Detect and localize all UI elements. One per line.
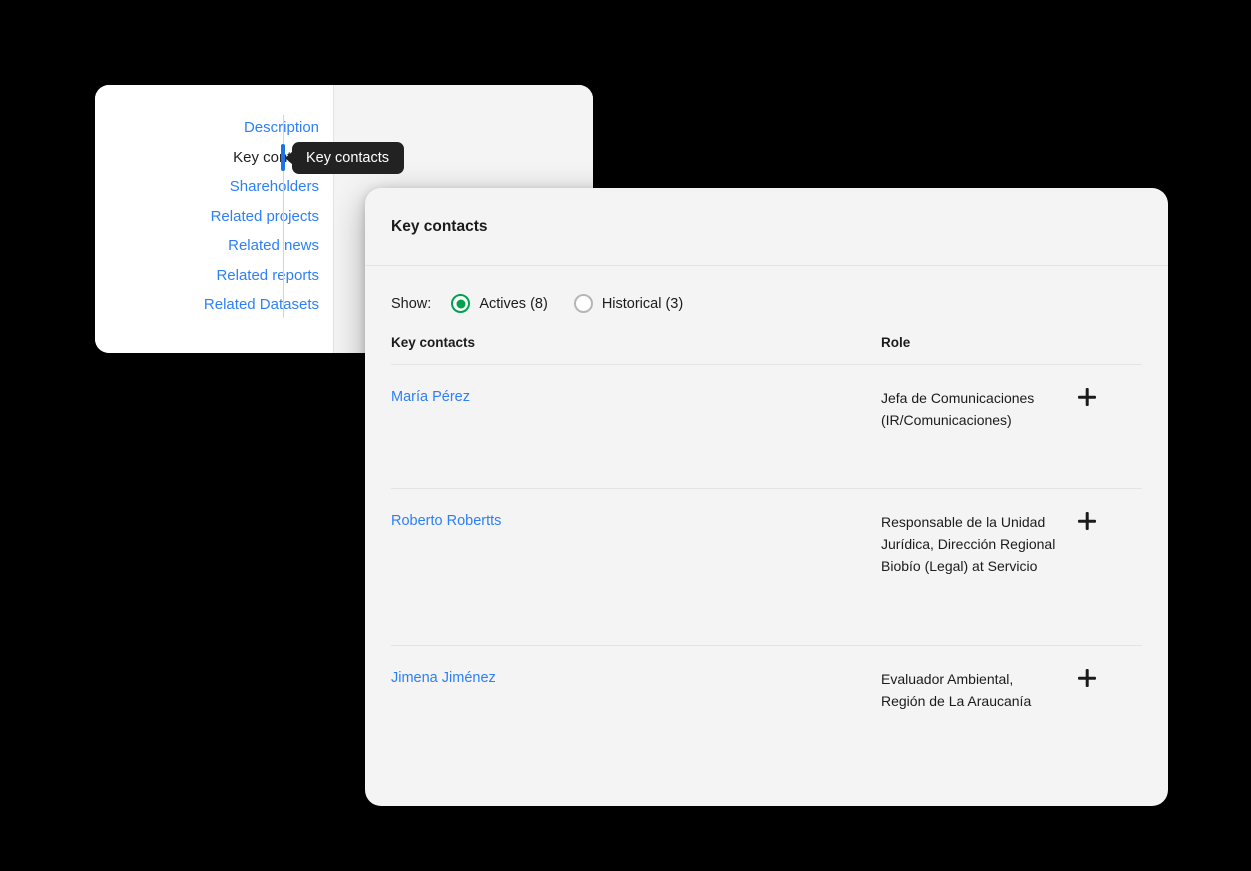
nav-item-related-projects[interactable]: Related projects — [95, 202, 319, 232]
contact-name-link[interactable]: Roberto Robertts — [391, 513, 501, 529]
row-action-cell — [1056, 387, 1096, 488]
radio-label-actives: Actives (8) — [479, 296, 548, 312]
contact-name-cell: Roberto Robertts — [391, 511, 881, 645]
contact-role-cell: Jefa de Comunicaciones (IR/Comunicacione… — [881, 387, 1056, 488]
expand-icon[interactable] — [1078, 388, 1096, 406]
nav-item-related-reports[interactable]: Related reports — [95, 261, 319, 291]
column-header-name: Key contacts — [391, 335, 881, 350]
table-row: María Pérez Jefa de Comunicaciones (IR/C… — [391, 365, 1142, 489]
panel-header: Key contacts — [365, 188, 1168, 266]
column-header-role: Role — [881, 335, 1102, 350]
key-contacts-table: Key contacts Role María Pérez Jefa de Co… — [365, 335, 1168, 806]
tooltip-label: Key contacts — [306, 150, 389, 166]
table-row: Roberto Robertts Responsable de la Unida… — [391, 489, 1142, 646]
contact-name-cell: María Pérez — [391, 387, 881, 488]
nav-item-shareholders[interactable]: Shareholders — [95, 172, 319, 202]
row-action-cell — [1056, 511, 1096, 645]
contact-name-link[interactable]: Jimena Jiménez — [391, 670, 496, 686]
panel-title: Key contacts — [391, 218, 487, 236]
table-header-row: Key contacts Role — [391, 335, 1142, 365]
radio-selected-icon — [451, 294, 470, 313]
nav-tooltip: Key contacts — [292, 142, 404, 174]
key-contacts-panel: Key contacts Show: Actives (8) Historica… — [365, 188, 1168, 806]
filter-row: Show: Actives (8) Historical (3) — [365, 266, 1168, 335]
contact-name-cell: Jimena Jiménez — [391, 668, 881, 756]
column-header-action — [1102, 335, 1142, 350]
radio-option-historical[interactable]: Historical (3) — [574, 294, 683, 313]
nav-pane: Description Key contacts Shareholders Re… — [95, 85, 333, 353]
contact-name-link[interactable]: María Pérez — [391, 389, 470, 405]
tooltip-arrow-icon — [285, 151, 293, 165]
expand-icon[interactable] — [1078, 512, 1096, 530]
radio-option-actives[interactable]: Actives (8) — [451, 294, 548, 313]
contact-role-cell: Evaluador Ambiental, Región de La Arauca… — [881, 668, 1056, 756]
nav-item-related-datasets[interactable]: Related Datasets — [95, 290, 319, 320]
radio-unselected-icon — [574, 294, 593, 313]
row-action-cell — [1056, 668, 1096, 756]
filter-label: Show: — [391, 296, 431, 312]
radio-label-historical: Historical (3) — [602, 296, 683, 312]
nav-item-related-news[interactable]: Related news — [95, 231, 319, 261]
nav-item-description[interactable]: Description — [95, 113, 319, 143]
contact-role-cell: Responsable de la Unidad Jurídica, Direc… — [881, 511, 1056, 645]
expand-icon[interactable] — [1078, 669, 1096, 687]
table-row: Jimena Jiménez Evaluador Ambiental, Regi… — [391, 646, 1142, 756]
